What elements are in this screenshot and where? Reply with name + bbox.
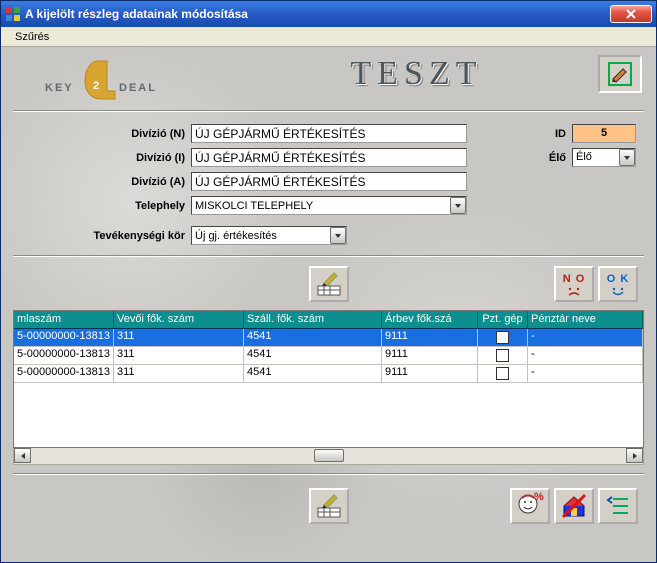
scroll-thumb[interactable] xyxy=(314,449,344,462)
label-tevekenyseg: Tevékenységi kör xyxy=(21,230,191,242)
top-edit-button[interactable] xyxy=(598,55,642,93)
window-close-button[interactable] xyxy=(610,5,652,23)
table-row[interactable]: 5-00000000-1381331145419111- xyxy=(14,347,643,365)
label-elo: Élő xyxy=(549,152,566,164)
select-telephely[interactable]: MISKOLCI TELEPHELY xyxy=(191,196,467,215)
input-div-n[interactable] xyxy=(191,124,467,143)
scroll-right-icon[interactable] xyxy=(626,448,643,463)
client-area: KEY 2 DEAL TESZT Divízió (N) ID 5 xyxy=(1,47,656,562)
col-pzt[interactable]: Pzt. gép xyxy=(478,311,528,328)
edit-row-button[interactable] xyxy=(309,266,349,302)
ok-button[interactable]: O K xyxy=(598,266,638,302)
user-percent-button[interactable]: % xyxy=(510,488,550,524)
col-szall[interactable]: Száll. fők. szám xyxy=(244,311,382,328)
form-block: Divízió (N) ID 5 Divízió (I) Élő Élő xyxy=(1,113,656,253)
window-title: A kijelölt részleg adatainak módosítása xyxy=(25,7,610,21)
select-tevekenyseg[interactable]: Új gj. értékesítés xyxy=(191,226,347,245)
delete-home-button[interactable] xyxy=(554,488,594,524)
chevron-down-icon[interactable] xyxy=(330,227,346,244)
label-div-i: Divízió (I) xyxy=(21,152,191,164)
id-value: 5 xyxy=(572,124,636,143)
table-row[interactable]: 5-00000000-1381331145419111- xyxy=(14,329,643,347)
svg-text:%: % xyxy=(534,492,544,503)
input-div-i[interactable] xyxy=(191,148,467,167)
checkbox[interactable] xyxy=(496,367,509,380)
table-row[interactable]: 5-00000000-1381331145419111- xyxy=(14,365,643,383)
checkbox[interactable] xyxy=(496,331,509,344)
menu-filter[interactable]: Szűrés xyxy=(7,29,57,45)
chevron-down-icon[interactable] xyxy=(450,197,466,214)
checkbox[interactable] xyxy=(496,349,509,362)
edit-row-button-2[interactable] xyxy=(309,488,349,524)
table-header-row: mlaszám Vevői fők. szám Száll. fők. szám… xyxy=(14,311,643,329)
titlebar: A kijelölt részleg adatainak módosítása xyxy=(1,1,656,27)
no-button[interactable]: N O xyxy=(554,266,594,302)
label-div-a: Divízió (A) xyxy=(21,176,191,188)
chevron-down-icon[interactable] xyxy=(619,149,635,166)
banner-title: TESZT xyxy=(235,55,598,93)
col-mlaszam[interactable]: mlaszám xyxy=(14,311,114,328)
label-id: ID xyxy=(555,128,566,140)
col-penztar[interactable]: Pénztár neve xyxy=(528,311,643,328)
svg-text:KEY: KEY xyxy=(45,82,74,94)
menubar: Szűrés xyxy=(1,27,656,47)
svg-text:2: 2 xyxy=(93,80,99,92)
data-table: mlaszám Vevői fők. szám Száll. fők. szám… xyxy=(13,310,644,448)
svg-text:DEAL: DEAL xyxy=(119,82,157,94)
label-div-n: Divízió (N) xyxy=(21,128,191,140)
horizontal-scrollbar[interactable] xyxy=(13,448,644,465)
label-telephely: Telephely xyxy=(21,200,191,212)
app-icon xyxy=(5,6,21,22)
list-action-button[interactable] xyxy=(598,488,638,524)
col-vevo[interactable]: Vevői fők. szám xyxy=(114,311,244,328)
scroll-left-icon[interactable] xyxy=(14,448,31,463)
brand-logo: KEY 2 DEAL xyxy=(15,55,235,106)
input-div-a[interactable] xyxy=(191,172,467,191)
col-arbev[interactable]: Árbev fők.szá xyxy=(382,311,478,328)
